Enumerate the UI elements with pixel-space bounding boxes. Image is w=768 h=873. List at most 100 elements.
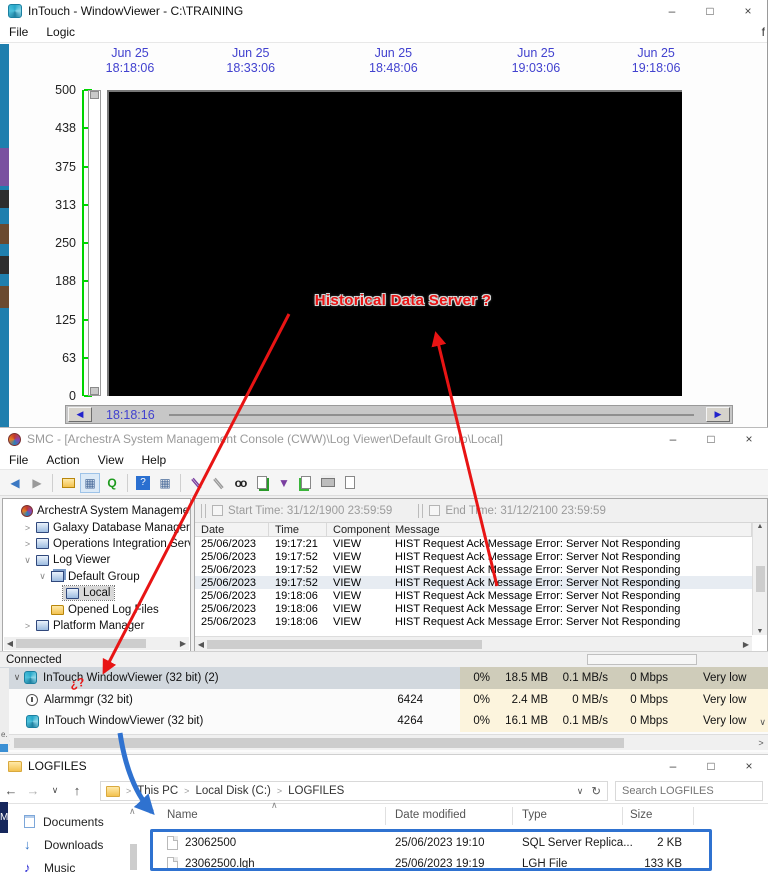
address-bar[interactable]: > This PC > Local Disk (C:) > LOGFILES ∨ ↻: [100, 781, 608, 801]
show-console-tree-icon[interactable]: ▦: [80, 472, 100, 493]
scrollbar-thumb[interactable]: [207, 639, 482, 649]
sidebar-item-documents[interactable]: Documents: [0, 810, 146, 833]
tree-item-galaxy-database-manager[interactable]: > Galaxy Database Manager: [3, 519, 190, 535]
scrollbar-groove[interactable]: [168, 413, 694, 416]
maximize-button[interactable]: □: [691, 0, 729, 22]
tree-item-archestra-system-management-co[interactable]: ArchestrA System Management Co: [3, 503, 190, 519]
log-row[interactable]: 25/06/2023 19:17:52 VIEW HIST Request Ack M…: [195, 550, 752, 563]
close-button[interactable]: ×: [729, 0, 767, 22]
breadcrumb-segment[interactable]: LOGFILES: [288, 785, 344, 797]
scroll-right-arrow[interactable]: >: [754, 738, 768, 748]
tree-item-operations-integration-server-m[interactable]: > Operations Integration Server M: [3, 536, 190, 552]
column-separator[interactable]: [693, 807, 694, 825]
file-list-headers[interactable]: ∧ Name Date modified Type Size: [150, 800, 768, 828]
find-icon[interactable]: oo: [230, 473, 250, 493]
expand-icon[interactable]: >: [22, 621, 33, 631]
slider-top-handle[interactable]: [90, 91, 99, 99]
scroll-up-arrow[interactable]: ▲: [757, 523, 764, 530]
menu-logic[interactable]: Logic: [37, 25, 84, 39]
trend-vertical-slider[interactable]: [88, 90, 101, 396]
minimize-button[interactable]: –: [653, 0, 691, 22]
print-preview-icon[interactable]: [340, 473, 360, 493]
tree-item-content[interactable]: Platform Manager: [33, 619, 147, 633]
export-icon[interactable]: [296, 473, 316, 493]
sidebar-item-downloads[interactable]: ↓ Downloads: [0, 833, 146, 856]
print-icon[interactable]: [318, 473, 338, 493]
collapse-icon[interactable]: ∨: [10, 672, 24, 683]
expand-icon[interactable]: >: [22, 523, 33, 533]
scroll-down-arrow[interactable]: ▼: [757, 628, 764, 635]
process-row[interactable]: ∨ InTouch WindowViewer (32 bit) (2) 0% 18.5…: [0, 667, 768, 689]
nav-back-icon[interactable]: ←: [0, 783, 22, 798]
menu-help[interactable]: Help: [133, 453, 176, 467]
process-name[interactable]: Alarmmgr (32 bit): [26, 689, 133, 711]
column-header-time[interactable]: Time: [269, 523, 327, 536]
process-name[interactable]: ∨ InTouch WindowViewer (32 bit) (2): [10, 667, 219, 689]
scroll-right-arrow[interactable]: ▶: [177, 639, 189, 648]
column-header-date[interactable]: Date: [195, 523, 269, 536]
log-row[interactable]: 25/06/2023 19:17:52 VIEW HIST Request Ack M…: [195, 576, 752, 589]
tree-item-content[interactable]: Default Group: [48, 570, 143, 584]
help-icon[interactable]: ?: [133, 473, 153, 493]
refresh-icon[interactable]: Q: [102, 473, 122, 493]
end-time-checkbox[interactable]: [429, 505, 441, 516]
scroll-left-arrow[interactable]: ◀: [195, 640, 207, 649]
menu-view[interactable]: View: [89, 453, 133, 467]
process-row[interactable]: Alarmmgr (32 bit) 6424 0% 2.4 MB 0 MB/s 0 Mbp…: [0, 688, 768, 711]
breadcrumb-segment[interactable]: This PC: [137, 785, 178, 797]
log-vertical-scrollbar[interactable]: ▲ ▼: [752, 523, 767, 635]
filter-grip[interactable]: [201, 503, 206, 518]
collapse-icon[interactable]: ∨: [37, 571, 48, 582]
tree-item-content[interactable]: ArchestrA System Management Co: [18, 504, 190, 518]
sidebar-scrollbar-thumb[interactable]: [130, 844, 137, 870]
scroll-down-arrow[interactable]: ∨: [759, 717, 766, 728]
smc-titlebar[interactable]: SMC - [ArchestrA System Management Conso…: [0, 428, 768, 450]
search-box[interactable]: [615, 781, 764, 801]
maximize-button[interactable]: □: [692, 428, 730, 450]
collapse-icon[interactable]: ∨: [22, 555, 33, 566]
tree-item-log-viewer[interactable]: ∨ Log Viewer: [3, 552, 190, 568]
breadcrumb-segment[interactable]: Local Disk (C:): [195, 785, 270, 797]
address-dropdown-icon[interactable]: ∨: [577, 786, 584, 797]
intouch-titlebar[interactable]: InTouch - WindowViewer - C:\TRAINING – □…: [0, 0, 767, 22]
trend-time-scrollbar[interactable]: ◀ 18:18:16 ▶: [65, 405, 733, 424]
scrollbar-thumb[interactable]: [14, 737, 624, 748]
tree-item-opened-log-files[interactable]: Opened Log Files: [3, 601, 190, 617]
explorer-titlebar[interactable]: LOGFILES – □ ×: [0, 755, 768, 777]
column-separator[interactable]: [385, 807, 386, 825]
column-separator[interactable]: [512, 807, 513, 825]
process-name[interactable]: InTouch WindowViewer (32 bit): [26, 710, 203, 732]
tree-item-content[interactable]: Log Viewer: [33, 553, 113, 567]
column-header-date-modified[interactable]: Date modified: [395, 809, 466, 821]
sidebar-item-music[interactable]: ♪ Music: [0, 856, 146, 873]
search-input[interactable]: [616, 785, 764, 797]
nav-up-icon[interactable]: ↑: [66, 783, 88, 798]
scroll-left-arrow[interactable]: ◀: [4, 639, 16, 648]
column-header-message[interactable]: Message: [389, 523, 752, 536]
menu-action[interactable]: Action: [37, 453, 88, 467]
back-icon[interactable]: ◀: [5, 473, 25, 493]
log-row[interactable]: 25/06/2023 19:17:52 VIEW HIST Request Ack M…: [195, 563, 752, 576]
column-separator[interactable]: [622, 807, 623, 825]
nav-history-dropdown-icon[interactable]: ∨: [44, 785, 66, 796]
console-window-icon[interactable]: ▦: [155, 473, 175, 493]
message-page-icon[interactable]: [252, 473, 272, 493]
tree-horizontal-scrollbar[interactable]: ◀ ▶: [4, 637, 189, 650]
sidebar-scroll-up-arrow[interactable]: ∧: [129, 806, 136, 817]
start-time-checkbox[interactable]: [212, 505, 223, 516]
tree-item-content[interactable]: Galaxy Database Manager: [33, 521, 190, 535]
scroll-right-arrow[interactable]: ▶: [740, 640, 752, 649]
scroll-left-button[interactable]: ◀: [68, 407, 92, 422]
scrollbar-thumb[interactable]: [16, 639, 146, 648]
nav-forward-icon[interactable]: →: [22, 783, 44, 798]
process-row[interactable]: InTouch WindowViewer (32 bit) 4264 0% 16.1 …: [0, 710, 768, 733]
filter-grip[interactable]: [418, 503, 424, 518]
column-header-component[interactable]: Component: [327, 523, 390, 536]
column-header-type[interactable]: Type: [522, 809, 547, 821]
minimize-button[interactable]: –: [654, 428, 692, 450]
tree-item-platform-manager[interactable]: > Platform Manager: [3, 618, 190, 634]
mark-gray-icon[interactable]: ∥: [204, 468, 232, 496]
tree-item-content[interactable]: Local: [62, 585, 115, 602]
filter-icon[interactable]: ▼: [274, 473, 294, 493]
expand-icon[interactable]: >: [22, 539, 33, 549]
